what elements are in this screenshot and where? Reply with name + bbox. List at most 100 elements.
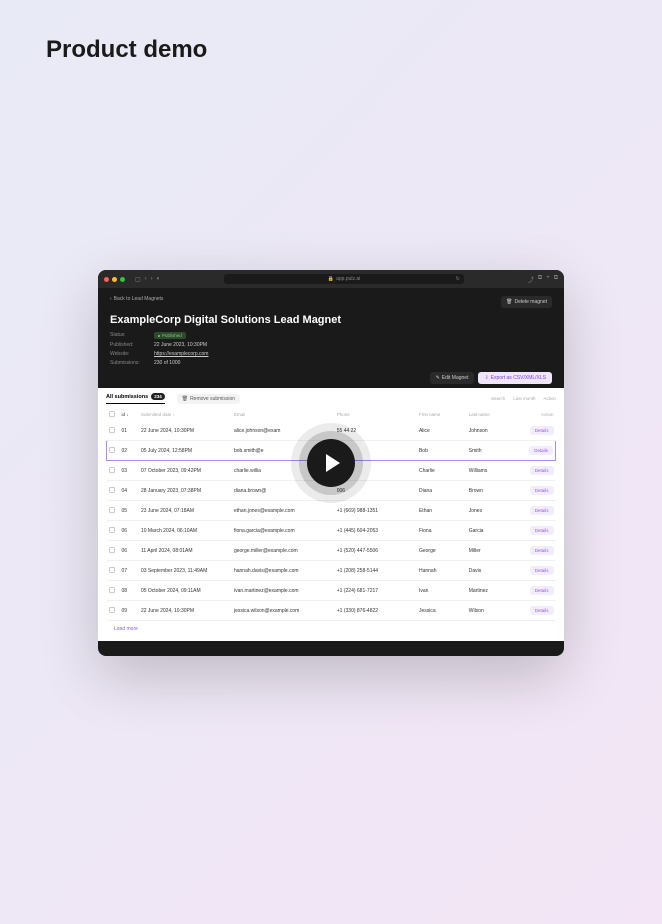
export-icon: ⇩ — [484, 375, 488, 381]
details-button[interactable]: Details — [530, 586, 554, 595]
table-row[interactable]: 08 05 October 2024, 09:11AM ivan.martine… — [107, 581, 556, 601]
back-icon[interactable]: ‹ — [145, 276, 147, 282]
row-checkbox[interactable] — [109, 447, 115, 453]
header-select[interactable] — [107, 408, 120, 421]
header-phone[interactable]: Phone — [335, 408, 417, 421]
row-firstname: Fiona — [417, 521, 467, 541]
row-email: hannah.davis@example.com — [232, 561, 335, 581]
row-id: 03 — [119, 461, 138, 481]
edit-magnet-button[interactable]: ✎ Edit Magnet — [430, 372, 475, 384]
copy-icon[interactable]: ⧉ — [538, 275, 542, 284]
published-value: 22 June 2023, 10:30PM — [154, 342, 207, 348]
close-window-icon[interactable] — [104, 277, 109, 282]
row-checkbox[interactable] — [109, 487, 115, 493]
row-firstname: Charlie — [417, 461, 467, 481]
lead-magnet-title: ExampleCorp Digital Solutions Lead Magne… — [110, 314, 552, 326]
row-date: 05 July 2024, 12:58PM — [139, 441, 232, 461]
row-id: 06 — [119, 541, 138, 561]
row-lastname: Miller — [467, 541, 517, 561]
row-firstname: Diana — [417, 481, 467, 501]
row-checkbox[interactable] — [109, 427, 115, 433]
details-button[interactable]: Details — [530, 466, 554, 475]
table-row[interactable]: 07 03 September 2023, 11:49AM hannah.dav… — [107, 561, 556, 581]
row-checkbox[interactable] — [109, 567, 115, 573]
app-header: ‹ Back to Lead Magnets 🗑 Delete magnet E… — [98, 288, 564, 388]
app-window: ▢ ‹ › ◐ 🔒 app.pulz.ai ↻ ⤴ ⧉ + ⧉ ‹ Back t… — [98, 270, 564, 656]
row-date: 22 June 2024, 10:30PM — [139, 421, 232, 441]
row-lastname: Martinez — [467, 581, 517, 601]
refresh-icon[interactable]: ↻ — [456, 276, 460, 282]
search-toggle[interactable]: Search — [491, 396, 505, 401]
sidebar-toggle-icon[interactable]: ▢ — [135, 276, 141, 283]
submissions-label: Submissions: — [110, 360, 148, 366]
pencil-icon: ✎ — [436, 375, 440, 381]
row-email: ethan.jones@example.com — [232, 501, 335, 521]
action-dropdown[interactable]: Action — [543, 396, 556, 401]
row-checkbox[interactable] — [109, 507, 115, 513]
share-icon[interactable]: ⤴ — [528, 275, 534, 284]
header-submitted[interactable]: Submitted date ↓ — [139, 408, 232, 421]
table-row[interactable]: 06 10 March 2024, 06:10AM fiona.garcia@e… — [107, 521, 556, 541]
remove-submission-button[interactable]: 🗑 Remove submission — [177, 394, 240, 404]
maximize-window-icon[interactable] — [120, 277, 125, 282]
back-to-lead-magnets-link[interactable]: ‹ Back to Lead Magnets — [110, 296, 163, 302]
load-more-link[interactable]: Load more — [106, 621, 556, 637]
row-date: 11 April 2024, 08:01AM — [139, 541, 232, 561]
details-button[interactable]: Details — [530, 486, 554, 495]
row-checkbox[interactable] — [109, 587, 115, 593]
time-range-filter[interactable]: Last month — [513, 396, 535, 401]
row-checkbox[interactable] — [109, 527, 115, 533]
row-email: george.miller@example.com — [232, 541, 335, 561]
traffic-lights — [104, 277, 125, 282]
row-phone: +1 (445) 604-2053 — [335, 521, 417, 541]
row-date: 07 October 2023, 09:42PM — [139, 461, 232, 481]
row-checkbox[interactable] — [109, 547, 115, 553]
header-id[interactable]: id ↓ — [119, 408, 138, 421]
url-text: app.pulz.ai — [336, 276, 360, 282]
table-row[interactable]: 09 22 June 2024, 10:30PM jessica.wilson@… — [107, 601, 556, 621]
row-date: 22 June 2024, 10:30PM — [139, 601, 232, 621]
row-phone: +1 (520) 447-5506 — [335, 541, 417, 561]
row-checkbox[interactable] — [109, 607, 115, 613]
row-firstname: Jessica — [417, 601, 467, 621]
delete-magnet-button[interactable]: 🗑 Delete magnet — [501, 296, 552, 308]
details-button[interactable]: Details — [530, 566, 554, 575]
table-toolbar: All submissions 234 🗑 Remove submission … — [98, 388, 564, 404]
forward-icon[interactable]: › — [151, 276, 153, 282]
details-button[interactable]: Details — [530, 546, 554, 555]
row-phone: +1 (224) 681-7217 — [335, 581, 417, 601]
row-lastname: Brown — [467, 481, 517, 501]
minimize-window-icon[interactable] — [112, 277, 117, 282]
row-firstname: George — [417, 541, 467, 561]
export-button[interactable]: ⇩ Export as CSV/XML/XLS — [478, 372, 552, 384]
table-row[interactable]: 05 23 June 2024, 07:18AM ethan.jones@exa… — [107, 501, 556, 521]
table-row[interactable]: 01 22 June 2024, 10:30PM alice.johnson@e… — [107, 421, 556, 441]
header-action: Action — [517, 408, 556, 421]
lock-icon: 🔒 — [328, 276, 334, 282]
row-lastname: Garcia — [467, 521, 517, 541]
table-row[interactable]: 06 11 April 2024, 08:01AM george.miller@… — [107, 541, 556, 561]
details-button[interactable]: Details — [530, 526, 554, 535]
details-button[interactable]: Details — [529, 446, 553, 455]
row-firstname: Bob — [417, 441, 467, 461]
header-email[interactable]: Email — [232, 408, 335, 421]
website-link[interactable]: https://examplecorp.com — [154, 351, 208, 357]
row-id: 04 — [119, 481, 138, 501]
table-area: All submissions 234 🗑 Remove submission … — [98, 388, 564, 641]
row-phone: +1 (669) 988-1351 — [335, 501, 417, 521]
new-tab-icon[interactable]: + — [546, 275, 550, 284]
row-checkbox[interactable] — [109, 467, 115, 473]
submissions-value: 230 of 1000 — [154, 360, 180, 366]
tabs-icon[interactable]: ⧉ — [554, 275, 558, 284]
details-button[interactable]: Details — [530, 506, 554, 515]
details-button[interactable]: Details — [530, 606, 554, 615]
row-email: fiona.garcia@example.com — [232, 521, 335, 541]
shield-icon[interactable]: ◐ — [157, 276, 161, 282]
row-firstname: Ivan — [417, 581, 467, 601]
details-button[interactable]: Details — [530, 426, 554, 435]
url-bar[interactable]: 🔒 app.pulz.ai ↻ — [224, 274, 464, 284]
header-lastname[interactable]: Last name — [467, 408, 517, 421]
play-video-button[interactable] — [307, 439, 355, 487]
header-firstname[interactable]: First name — [417, 408, 467, 421]
tab-all-submissions[interactable]: All submissions 234 — [106, 393, 165, 404]
